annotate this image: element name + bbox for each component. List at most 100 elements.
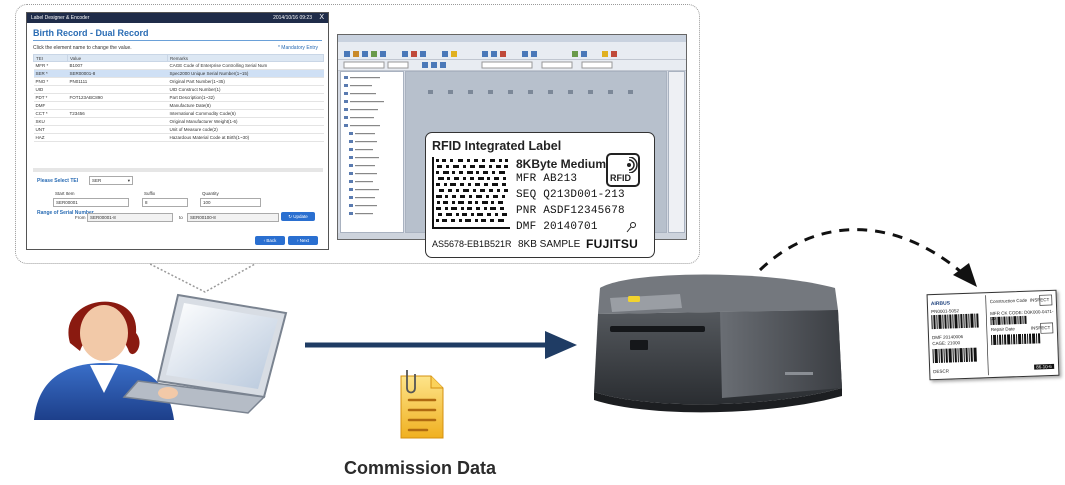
tag-barcodes — [931, 294, 1054, 376]
label-footer-sample: 8KB SAMPLE — [518, 239, 581, 250]
object-tree-panel[interactable] — [340, 71, 404, 233]
window-title: Label Designer & Encoder — [31, 15, 90, 21]
tei-cell: MFR * — [33, 61, 68, 70]
table-row[interactable]: PNO * PN01111 Original Part Number(1~35) — [33, 77, 324, 86]
tei-cell: UID — [33, 85, 68, 94]
range-to-field: SER00100-8 — [187, 213, 279, 222]
rfid-label-card: RFID Integrated Label 8KByte Medium RFID — [425, 132, 655, 258]
field-name: MFR — [516, 173, 537, 185]
next-button-label: Next — [299, 238, 309, 243]
value-cell — [67, 101, 168, 110]
label-field-dmf: DMF 20140701 — [516, 221, 598, 233]
tei-cell: UNT — [33, 125, 68, 134]
mandatory-note: * Mandatory Entry — [277, 45, 318, 51]
data-flow-arrow — [305, 331, 577, 359]
field-name: SEQ — [516, 189, 537, 201]
horizontal-scrollbar[interactable] — [33, 168, 323, 172]
table-row[interactable]: HAZ Hazardous Material Code at Birth(1~30… — [33, 133, 324, 142]
commission-data-caption: Commission Data — [343, 458, 497, 478]
tei-cell: HAZ — [33, 133, 68, 142]
next-button[interactable]: › Next — [288, 236, 318, 245]
birth-record-window: Label Designer & Encoder 2014/10/16 09:2… — [26, 12, 329, 250]
fujitsu-logo: FUJITSU — [586, 237, 639, 251]
table-row[interactable]: UNT Unit of Measure code(2) — [33, 125, 324, 134]
value-cell — [67, 125, 168, 134]
field-value: 20140701 — [543, 221, 598, 233]
page-title: Birth Record - Dual Record — [33, 28, 149, 38]
table-header-row: TEI Value Remarks — [33, 54, 324, 62]
value-cell — [67, 85, 168, 94]
tei-select-value: SER — [92, 178, 102, 183]
back-button[interactable]: ‹ Back — [255, 236, 285, 245]
window-titlebar: Label Designer & Encoder 2014/10/16 09:2… — [27, 13, 328, 23]
table-row[interactable]: SER * SER00001-8 Spec2000 Unique Serial Nu… — [33, 69, 324, 78]
field-name: PNR — [516, 205, 537, 217]
tei-select[interactable]: SER ▾ — [89, 176, 133, 185]
table-row[interactable]: DMF Manufacture Date(8) — [33, 101, 324, 110]
select-tei-label: Please Select TEI — [37, 178, 79, 184]
remarks-cell: Hazardous Material Code at Birth(1~30) — [167, 133, 324, 142]
label-title: RFID Integrated Label — [432, 139, 562, 153]
field-value: ASDF12345678 — [543, 205, 625, 217]
value-cell: T23456 — [67, 109, 168, 118]
column-header-tei: TEI — [33, 54, 68, 62]
field-value: Q213D001-213 — [543, 189, 625, 201]
rfid-wave-icon — [627, 157, 638, 173]
remarks-cell: CAGE Code of Enterprise Controlling Seri… — [167, 61, 324, 70]
column-header-value: Value — [67, 54, 168, 62]
start-item-label: Start Item — [55, 191, 75, 196]
close-icon[interactable]: X — [319, 13, 324, 23]
object-tree-lines — [344, 76, 384, 215]
chevron-down-icon: ▾ — [127, 178, 130, 183]
update-button[interactable]: ↻ Update — [281, 212, 315, 221]
value-cell — [67, 117, 168, 126]
value-cell: SER00001-8 — [67, 69, 168, 78]
value-cell — [67, 133, 168, 142]
start-item-input[interactable]: SER00001 — [53, 198, 129, 207]
user-with-laptop-icon — [34, 293, 288, 420]
tei-cell: PNO * — [33, 77, 68, 86]
remarks-cell: Manufacture Date(8) — [167, 101, 324, 110]
remarks-cell: UID Construct Number(1) — [167, 85, 324, 94]
tei-cell: SKU — [33, 117, 68, 126]
remarks-cell: Unit of Measure code(2) — [167, 125, 324, 134]
table-row[interactable]: CCT * T23456 International Commodity Code(… — [33, 109, 324, 118]
value-cell: PN01111 — [67, 77, 168, 86]
value-cell: B1007 — [67, 61, 168, 70]
tei-cell: PDT * — [33, 93, 68, 102]
dashed-output-arrow — [758, 228, 977, 287]
heading-divider — [33, 40, 322, 41]
value-cell: FOT123ABC890 — [67, 93, 168, 102]
window-datetime: 2014/10/16 09:23 — [273, 15, 312, 21]
quantity-label: Quantity — [202, 191, 219, 196]
canvas-ruler-marks — [428, 90, 633, 94]
rfid-badge-label: RFID — [610, 173, 631, 183]
label-subtitle: 8KByte Medium — [516, 157, 607, 171]
toolbar-icons — [343, 51, 617, 69]
remarks-cell: Spec2000 Unique Serial Number(1~15) — [167, 69, 324, 78]
table-row[interactable]: SKU Original Manufacturer Weight(1-6) — [33, 117, 324, 126]
range-from-label: From — [75, 215, 86, 220]
remarks-cell: Original Manufacturer Weight(1-6) — [167, 117, 324, 126]
tei-table: TEI Value Remarks MFR * B1007 CAGE Code of… — [33, 54, 324, 142]
suffix-label: Suffix — [144, 191, 156, 196]
label-footer-code: AS5678-EB1B521R — [432, 239, 512, 249]
key-icon — [626, 222, 636, 233]
document-icon — [400, 370, 444, 439]
label-field-mfr: MFR AB213 — [516, 173, 577, 185]
suffix-input[interactable]: 8 — [142, 198, 188, 207]
update-button-label: Update — [293, 214, 308, 219]
table-row[interactable]: UID UID Construct Number(1) — [33, 85, 324, 94]
tei-cell: SER * — [33, 69, 68, 78]
table-row[interactable]: MFR * B1007 CAGE Code of Enterprise Contro… — [33, 61, 324, 70]
table-row[interactable]: PDT * FOT123ABC890 Part Description(1~32) — [33, 93, 324, 102]
vertical-scrollbar[interactable] — [668, 71, 685, 233]
back-button-label: Back — [266, 238, 277, 243]
remarks-cell: International Commodity Code(6) — [167, 109, 324, 118]
datamatrix-barcode — [432, 157, 510, 229]
tei-cell: DMF — [33, 101, 68, 110]
field-value: AB213 — [543, 173, 578, 185]
rfid-badge: RFID — [606, 153, 640, 187]
label-field-pnr: PNR ASDF12345678 — [516, 205, 625, 217]
quantity-input[interactable]: 100 — [200, 198, 261, 207]
